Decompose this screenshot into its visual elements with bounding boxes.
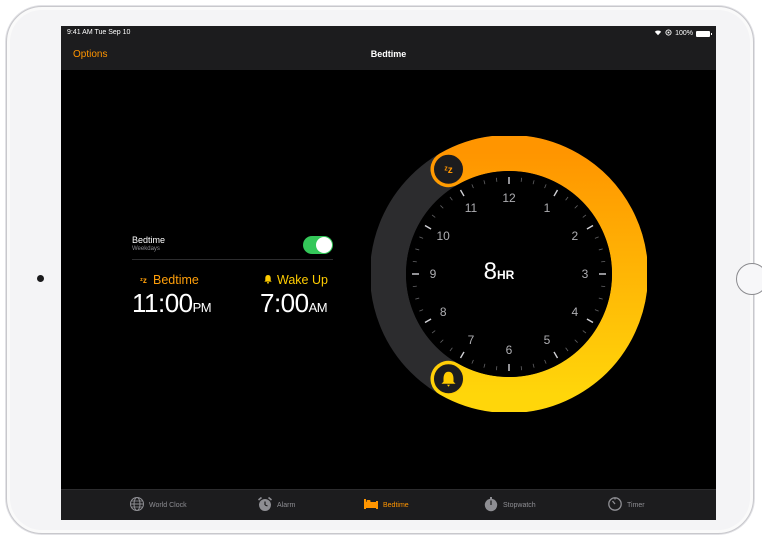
page-title: Bedtime: [370, 49, 407, 59]
dial-tick: [601, 260, 606, 263]
dial-tick: [520, 366, 523, 371]
dial-tick: [495, 177, 498, 182]
duration-value: 8: [483, 258, 497, 285]
tab-label: World Clock: [149, 501, 187, 509]
bedtime-setting-subtitle: Weekdays: [132, 246, 160, 252]
duration-display: 8HR: [464, 258, 534, 286]
status-right: 100%: [654, 29, 712, 38]
dial-number: 10: [437, 229, 451, 243]
duration-unit: HR: [497, 268, 515, 282]
tab-label: Bedtime: [383, 501, 409, 509]
screen: 9:41 AM Tue Sep 10 100% Options Bedtime …: [61, 26, 716, 520]
dial-number: 11: [465, 201, 478, 215]
toggle-knob: [316, 237, 332, 253]
dial-number: 2: [571, 229, 578, 243]
tab-label: Alarm: [277, 501, 296, 509]
wake-time-value: 7:00: [260, 288, 309, 318]
status-time: 9:41 AM Tue Sep 10: [67, 29, 131, 36]
globe-icon: [129, 496, 145, 514]
dial-tick: [601, 285, 606, 288]
bedtime-ampm: PM: [192, 300, 212, 315]
dial-number: 7: [468, 333, 475, 347]
front-camera: [37, 275, 44, 282]
bedtime-time[interactable]: 11:00PM: [132, 288, 212, 319]
tab-label: Stopwatch: [503, 501, 536, 509]
dial-number: 5: [544, 333, 551, 347]
bell-icon: [263, 273, 273, 287]
bedtime-handle[interactable]: ᶻz: [433, 153, 464, 185]
bedtime-toggle[interactable]: [303, 236, 333, 254]
tab-bar: World Clock Alarm Bedtime Stopwatch Time…: [61, 489, 716, 520]
dial-number: 12: [502, 191, 516, 205]
dial-number: 1: [544, 201, 551, 215]
wake-handle[interactable]: [433, 363, 464, 395]
bedtime-header: ᶻz Bedtime: [140, 273, 199, 287]
stopwatch-icon: [483, 496, 499, 514]
wifi-icon: [654, 29, 662, 38]
wake-ampm: AM: [308, 300, 328, 315]
bedtime-header-label: Bedtime: [153, 273, 199, 287]
bedtime-setting-label: Bedtime: [132, 235, 166, 245]
tab-timer[interactable]: Timer: [607, 496, 645, 514]
zzz-icon: ᶻz: [140, 275, 147, 285]
dial-tick: [412, 285, 417, 288]
dial-number: 4: [571, 305, 578, 319]
tab-bedtime[interactable]: Bedtime: [363, 496, 409, 514]
wake-header: Wake Up: [263, 273, 328, 287]
separator: [132, 259, 333, 260]
dial-number: 8: [440, 305, 447, 319]
bed-icon: [363, 496, 379, 514]
timer-icon: [607, 496, 623, 514]
alarm-clock-icon: [257, 496, 273, 514]
wake-header-label: Wake Up: [277, 273, 328, 287]
dial-tick: [412, 260, 417, 263]
tab-stopwatch[interactable]: Stopwatch: [483, 496, 536, 514]
home-button[interactable]: [736, 263, 762, 295]
tab-label: Timer: [627, 501, 645, 509]
wake-time[interactable]: 7:00AM: [260, 288, 328, 319]
dial-number: 9: [430, 267, 437, 281]
zzz-handle-icon: ᶻz: [444, 165, 453, 176]
status-bar: 9:41 AM Tue Sep 10 100%: [61, 26, 716, 40]
tab-world-clock[interactable]: World Clock: [129, 496, 187, 514]
bedtime-time-value: 11:00: [132, 288, 193, 318]
battery-icon: [696, 30, 712, 37]
battery-percent: 100%: [675, 30, 693, 37]
tab-alarm[interactable]: Alarm: [257, 496, 295, 514]
dial-tick: [520, 177, 523, 182]
nav-bar: Options Bedtime: [61, 40, 716, 70]
dial-number: 6: [506, 343, 513, 357]
dial-tick: [495, 366, 498, 371]
dial-number: 3: [582, 267, 589, 281]
orientation-lock-icon: [665, 29, 672, 38]
